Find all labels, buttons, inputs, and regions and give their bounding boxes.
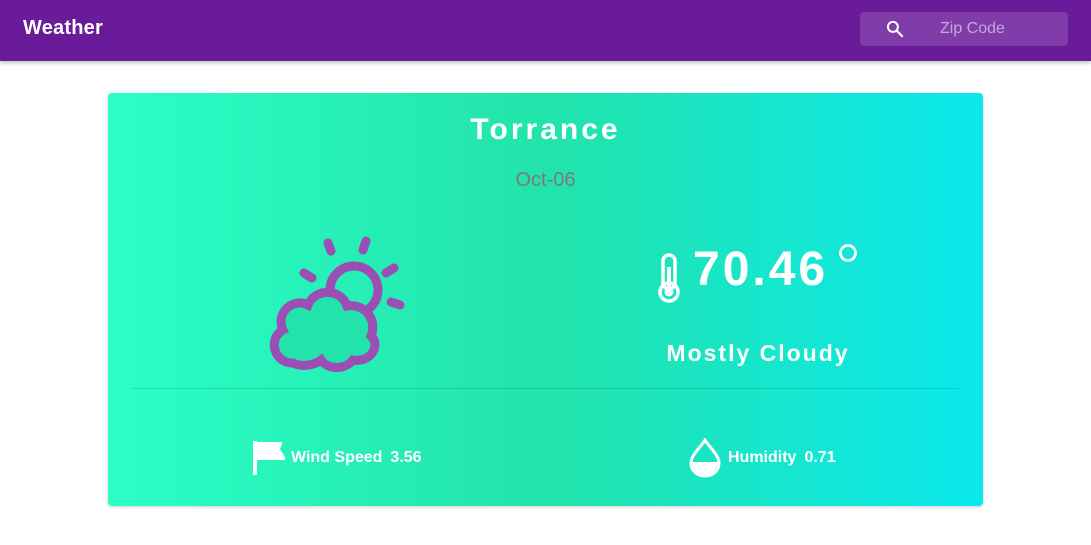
- wind-speed-label: Wind Speed: [291, 449, 383, 466]
- divider: [132, 388, 959, 389]
- humidity-label: Humidity: [728, 449, 797, 466]
- humidity-value: 0.71: [804, 449, 836, 466]
- humidity-drop-icon: [689, 438, 721, 478]
- zip-code-input[interactable]: [930, 12, 1060, 46]
- city-name: Torrance: [470, 113, 621, 146]
- thermometer-icon: [658, 253, 680, 303]
- search-box[interactable]: [860, 12, 1068, 46]
- temperature-value: 70.46: [693, 243, 829, 296]
- search-icon[interactable]: [885, 19, 905, 39]
- app-bar: Weather: [0, 0, 1091, 61]
- weather-card: Torrance Oct-06 70.46 Mostly Cloudy Wind…: [108, 93, 983, 506]
- forecast-date: Oct-06: [515, 169, 576, 191]
- wind-speed-value: 3.56: [390, 449, 422, 466]
- condition-text: Mostly Cloudy: [666, 340, 850, 366]
- partly-cloudy-icon: [269, 236, 405, 372]
- wind-speed-stat: Wind Speed 3.56: [252, 438, 422, 478]
- humidity-stat: Humidity 0.71: [688, 438, 836, 478]
- app-title: Weather: [23, 17, 103, 39]
- degree-icon: [839, 244, 857, 262]
- flag-icon: [253, 441, 285, 475]
